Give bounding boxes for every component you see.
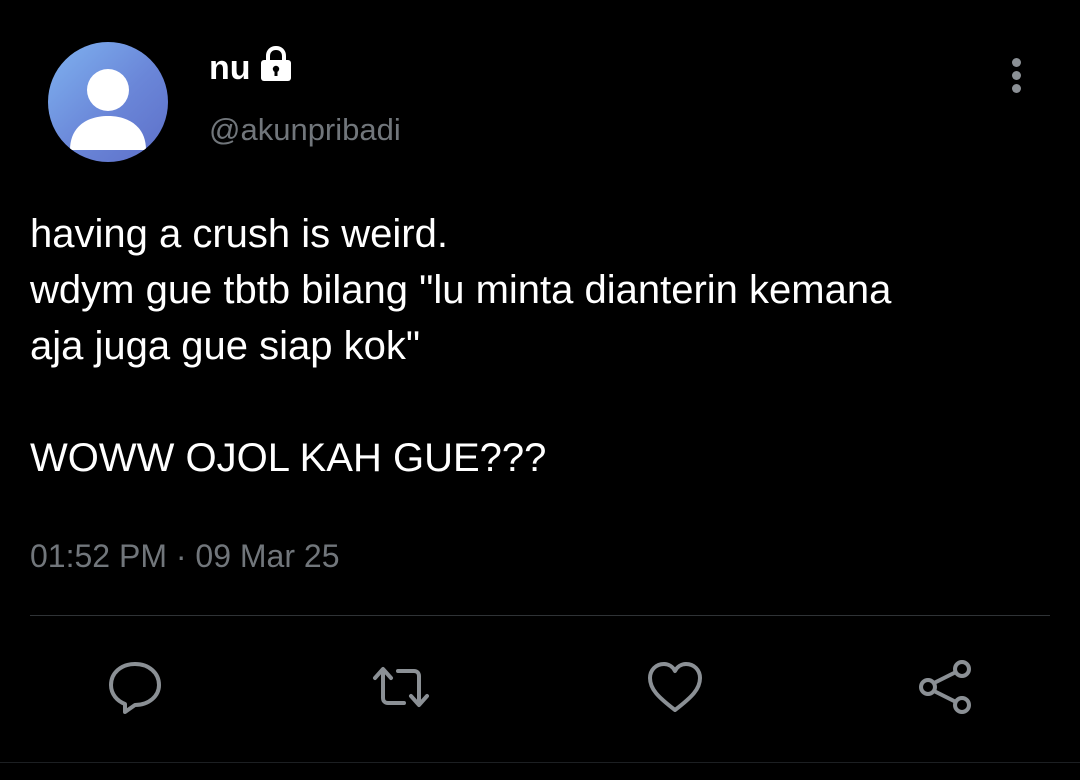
tweet-text: having a crush is weird. wdym gue tbtb b… (30, 206, 1050, 486)
retweet-icon (373, 667, 429, 707)
avatar[interactable] (48, 42, 168, 162)
author-name-row[interactable]: nu (209, 45, 293, 88)
more-dot-icon (1012, 58, 1021, 67)
default-user-avatar-icon (70, 69, 146, 150)
reply-button[interactable] (104, 656, 166, 718)
author-display-name[interactable]: nu (209, 48, 251, 88)
tweet-timestamp[interactable]: 01:52 PM · 09 Mar 25 (30, 536, 339, 576)
heart-icon (648, 662, 702, 712)
share-button[interactable] (914, 656, 976, 718)
more-dot-icon (1012, 71, 1021, 80)
retweet-button[interactable] (370, 656, 432, 718)
tweet-text-blank-line (30, 374, 1050, 430)
lock-icon (259, 45, 293, 83)
tweet-text-line: aja juga gue siap kok" (30, 324, 421, 368)
more-options-button[interactable] (996, 54, 1038, 96)
divider (30, 615, 1050, 616)
tweet-text-line: WOWW OJOL KAH GUE??? (30, 436, 547, 480)
author-username[interactable]: @akunpribadi (209, 110, 401, 150)
tweet-text-line: having a crush is weird. (30, 212, 448, 256)
speech-bubble-icon (109, 662, 161, 714)
like-button[interactable] (644, 656, 706, 718)
tweet-text-line: wdym gue tbtb bilang "lu minta dianterin… (30, 268, 892, 312)
bottom-divider (0, 762, 1080, 763)
share-icon (919, 660, 971, 714)
more-dot-icon (1012, 84, 1021, 93)
